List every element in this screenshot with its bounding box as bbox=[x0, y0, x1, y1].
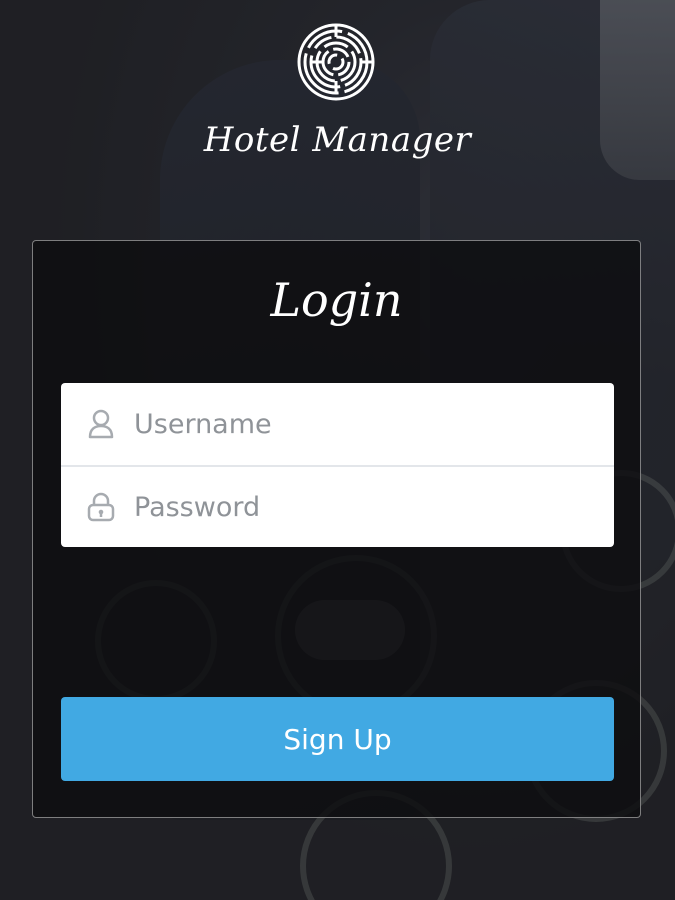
login-form bbox=[61, 383, 614, 547]
lock-icon bbox=[86, 490, 116, 524]
maze-logo-icon bbox=[297, 23, 375, 101]
user-icon bbox=[86, 407, 116, 441]
username-input[interactable] bbox=[132, 398, 576, 450]
sign-up-button[interactable]: Sign Up bbox=[61, 697, 614, 781]
app-title: Hotel Manager bbox=[203, 120, 472, 160]
username-field-row bbox=[61, 383, 614, 465]
login-title: Login bbox=[270, 273, 403, 327]
password-field-row bbox=[61, 465, 614, 547]
login-card: Login Sign Up bbox=[32, 240, 641, 818]
password-input[interactable] bbox=[132, 481, 576, 533]
